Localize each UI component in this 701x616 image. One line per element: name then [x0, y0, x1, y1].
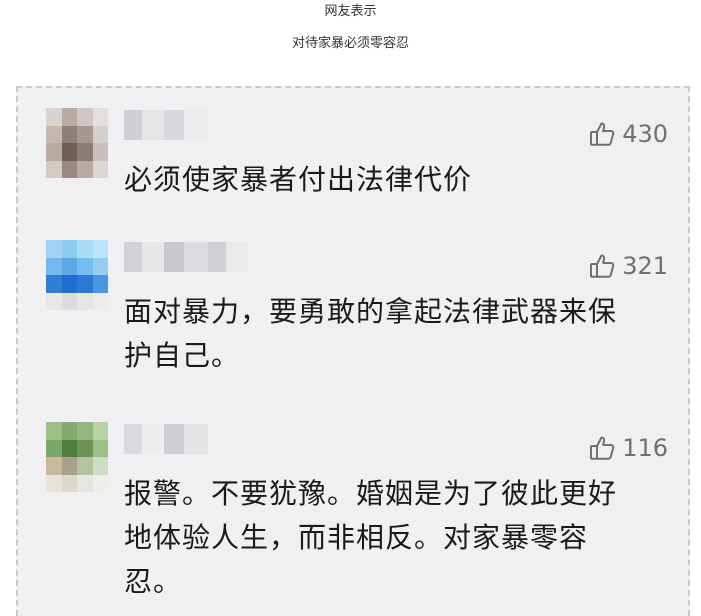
like-button[interactable]: 116 [588, 434, 668, 462]
avatar-pixel [61, 108, 77, 126]
like-button[interactable]: 430 [588, 120, 668, 148]
thumbs-up-icon [588, 434, 616, 462]
avatar-pixel [77, 160, 93, 178]
avatar-pixel [46, 143, 62, 161]
name-blur-block [164, 110, 184, 140]
avatar-pixel [46, 160, 62, 178]
avatar-pixel [46, 240, 62, 258]
avatar-pixel [46, 125, 62, 143]
avatar-pixel [92, 439, 108, 457]
avatar-pixel [92, 240, 108, 258]
name-blur-block [184, 110, 208, 140]
avatar-pixel [46, 292, 62, 310]
header-title: 网友表示 [324, 4, 377, 19]
avatar-pixel [92, 143, 108, 161]
name-blur-block [142, 242, 164, 272]
avatar-pixel [92, 160, 108, 178]
username-blurred [124, 424, 208, 454]
name-blur-block [124, 424, 142, 454]
avatar-pixel [46, 257, 62, 275]
avatar-pixel [92, 292, 108, 310]
avatar-pixel [46, 457, 62, 475]
like-count: 116 [622, 434, 668, 462]
username-blurred [124, 110, 208, 140]
name-blur-block [124, 110, 142, 140]
avatar-pixel [92, 457, 108, 475]
avatar-pixel [77, 439, 93, 457]
name-blur-block [124, 242, 142, 272]
avatar-pixel [46, 439, 62, 457]
avatar-pixel [77, 275, 93, 293]
name-blur-block [208, 242, 226, 272]
name-blur-block [142, 110, 164, 140]
avatar-pixel [61, 143, 77, 161]
avatar-pixel [61, 457, 77, 475]
name-blur-block [164, 242, 184, 272]
avatar[interactable] [46, 422, 108, 492]
avatar-pixel [77, 257, 93, 275]
comment-text: 必须使家暴者付出法律代价 [124, 163, 473, 196]
avatar-pixel [61, 439, 77, 457]
thumbs-up-icon [588, 120, 616, 148]
avatar[interactable] [46, 108, 108, 178]
avatar-pixel [92, 108, 108, 126]
avatar-pixel [92, 275, 108, 293]
avatar-pixel [46, 275, 62, 293]
avatar-pixel [92, 474, 108, 492]
avatar-pixel [77, 474, 93, 492]
avatar-pixel [77, 108, 93, 126]
comment-text: 面对暴力，要勇敢的拿起法律武器来保护自己。 [124, 295, 618, 372]
avatar-pixel [61, 240, 77, 258]
avatar-pixel [46, 422, 62, 440]
username-blurred [124, 242, 248, 272]
avatar-pixel [61, 474, 77, 492]
avatar-pixel [92, 257, 108, 275]
avatar-pixel [77, 422, 93, 440]
avatar-pixel [61, 160, 77, 178]
avatar-pixel [61, 292, 77, 310]
avatar[interactable] [46, 240, 108, 310]
avatar-pixel [46, 474, 62, 492]
avatar-pixel [61, 422, 77, 440]
like-count: 430 [622, 120, 668, 148]
name-blur-block [164, 424, 184, 454]
avatar-pixel [46, 108, 62, 126]
avatar-pixel [92, 125, 108, 143]
name-blur-block [184, 242, 208, 272]
avatar-pixel [77, 240, 93, 258]
like-count: 321 [622, 252, 668, 280]
header-subtitle: 对待家暴必须零容忍 [291, 36, 409, 51]
avatar-pixel [61, 257, 77, 275]
name-blur-block [226, 242, 248, 272]
avatar-pixel [77, 143, 93, 161]
avatar-pixel [77, 292, 93, 310]
name-blur-block [184, 424, 208, 454]
name-blur-block [142, 424, 164, 454]
avatar-pixel [77, 125, 93, 143]
thumbs-up-icon [588, 252, 616, 280]
like-button[interactable]: 321 [588, 252, 668, 280]
avatar-pixel [61, 275, 77, 293]
comment-text: 报警。不要犹豫。婚姻是为了彼此更好地体验人生，而非相反。对家暴零容忍。 [124, 477, 618, 598]
avatar-pixel [92, 422, 108, 440]
avatar-pixel [77, 457, 93, 475]
avatar-pixel [61, 125, 77, 143]
